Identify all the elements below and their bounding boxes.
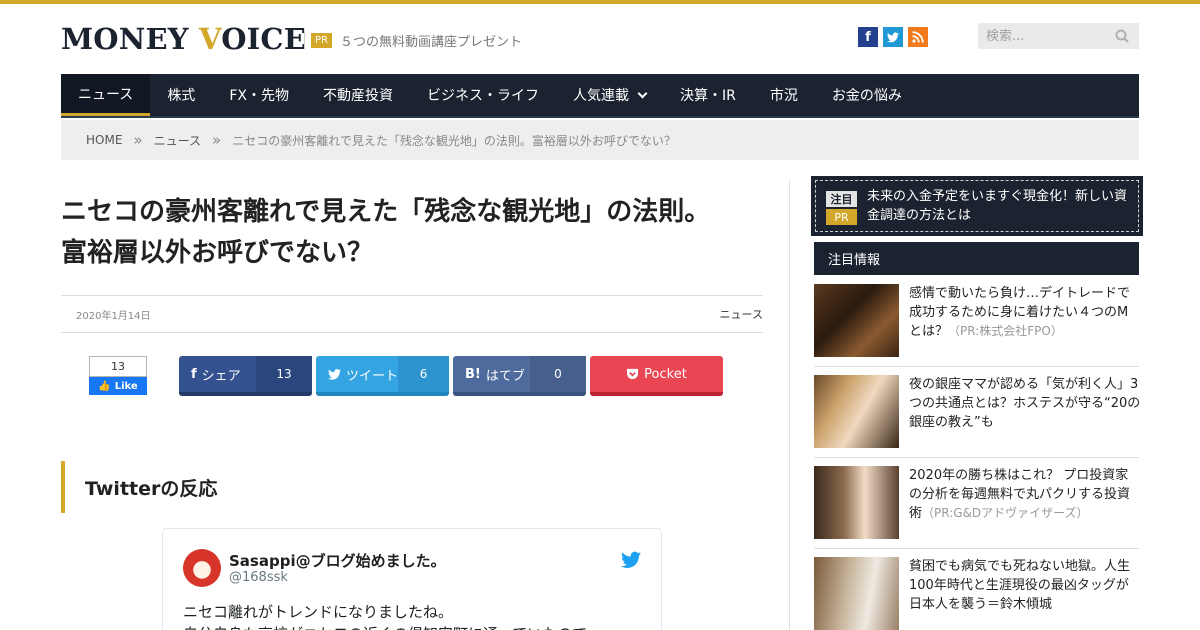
rss-icon[interactable] xyxy=(908,27,928,47)
breadcrumb-category[interactable]: ニュース xyxy=(154,132,201,149)
fb-like-button[interactable]: 👍 Like xyxy=(89,377,147,395)
article-title: ニセコの豪州客離れで見えた「残念な観光地」の法則。富裕層以外お呼びでない？ xyxy=(61,197,711,268)
nav-item-fx[interactable]: FX・先物 xyxy=(212,74,306,116)
article-thumbnail[interactable] xyxy=(814,284,899,357)
thumbs-up-icon: 👍 xyxy=(98,380,111,392)
pocket-icon xyxy=(627,368,639,380)
sidebar-article-title[interactable]: 貧困でも病気でも死ねない地獄。人生100年時代と生涯現役の最凶タッグが日本人を襲… xyxy=(909,559,1130,612)
tweet-text: ニセコ離れがトレンドになりましたね。 自分自身も高校がニセコの近くの倶知安町に通… xyxy=(183,603,587,630)
nav-item-stocks[interactable]: 株式 xyxy=(150,74,212,116)
nav-label: ニュース xyxy=(78,86,134,103)
section-heading: Twitterの反応 xyxy=(61,461,763,513)
nav-label: 市況 xyxy=(769,88,798,104)
nav-label: 不動産投資 xyxy=(322,88,393,104)
share-count: 6 xyxy=(398,356,449,392)
article-thumbnail[interactable] xyxy=(814,375,899,448)
breadcrumb-separator: » xyxy=(212,131,222,149)
divider xyxy=(814,457,1139,458)
divider xyxy=(814,548,1139,549)
article-date: 2020年1月14日 xyxy=(76,310,151,322)
search-input[interactable] xyxy=(986,28,1106,44)
site-logo[interactable]: MONEY VOICE xyxy=(61,22,306,56)
article-thumbnail[interactable] xyxy=(814,557,899,630)
embedded-tweet[interactable]: Sasappi@ブログ始めました。 @168ssk ニセコ離れがトレンドになりま… xyxy=(162,528,662,630)
twitter-icon[interactable] xyxy=(883,27,903,47)
nav-item-market[interactable]: 市況 xyxy=(753,74,815,116)
nav-label: ビジネス・ライフ xyxy=(426,88,539,104)
article-meta: 2020年1月14日 ニュース xyxy=(61,295,763,333)
nav-item-real-estate[interactable]: 不動産投資 xyxy=(306,74,410,116)
main-nav: ニュース 株式 FX・先物 不動産投資 ビジネス・ライフ 人気連載 決算・IR … xyxy=(61,74,1139,118)
article-thumbnail[interactable] xyxy=(814,466,899,539)
nav-item-popular-series[interactable]: 人気連載 xyxy=(556,74,663,116)
search-box xyxy=(978,23,1139,49)
sidebar-article[interactable]: 2020年の勝ち株はこれ？ プロ投資家の分析を毎週無料で丸パクリする投資術（PR… xyxy=(814,466,1139,546)
top-accent-bar xyxy=(0,0,1200,4)
share-label: シェア xyxy=(201,368,241,384)
nav-item-business-life[interactable]: ビジネス・ライフ xyxy=(410,74,556,116)
pr-badge: PR xyxy=(311,32,332,48)
share-label: Pocket xyxy=(644,366,687,382)
pocket-button[interactable]: Pocket xyxy=(590,356,723,396)
facebook-icon[interactable]: f xyxy=(858,27,878,47)
header-pr-link[interactable]: PR ５つの無料動画講座プレゼント xyxy=(304,31,522,50)
sponsor-label: （PR:株式会社FPO） xyxy=(948,324,1063,338)
logo-text: MONEY xyxy=(61,22,199,56)
share-count: 0 xyxy=(530,356,586,392)
share-count: 13 xyxy=(256,356,312,392)
pr-badge: PR xyxy=(826,209,857,225)
sidebar-article[interactable]: 感情で動いたら負け…デイトレードで成功するために身に着けたい４つのMとは？（PR… xyxy=(814,284,1139,364)
pr-text: ５つの無料動画講座プレゼント xyxy=(339,34,522,50)
divider xyxy=(814,366,1139,367)
breadcrumb-home[interactable]: HOME xyxy=(86,133,122,147)
tweet-author-name[interactable]: Sasappi@ブログ始めました。 xyxy=(229,550,446,571)
facebook-share-button[interactable]: f シェア 13 xyxy=(179,356,312,396)
breadcrumb-current: ニセコの豪州客離れで見えた「残念な観光地」の法則。富裕層以外お呼びでない？ xyxy=(232,133,676,148)
pr-banner-text: 未来の入金予定をいますぐ現金化！新しい資金調達の方法とは xyxy=(867,189,1128,223)
nav-item-money-worries[interactable]: お金の悩み xyxy=(815,74,919,116)
chevron-down-icon xyxy=(637,88,648,98)
avatar[interactable] xyxy=(183,549,221,587)
twitter-share-button[interactable]: ツイート 6 xyxy=(316,356,449,396)
facebook-like-widget: 13 👍 Like xyxy=(89,356,147,395)
nav-label: お金の悩み xyxy=(831,88,902,104)
nav-item-earnings-ir[interactable]: 決算・IR xyxy=(663,74,753,116)
sidebar-article[interactable]: 貧困でも病気でも死ねない地獄。人生100年時代と生涯現役の最凶タッグが日本人を襲… xyxy=(814,557,1139,630)
nav-label: 人気連載 xyxy=(572,88,629,104)
logo-text-end: OICE xyxy=(221,22,306,56)
share-label: はてブ xyxy=(485,368,525,384)
tweet-author-handle[interactable]: @168ssk xyxy=(229,570,288,585)
hatena-icon: B! xyxy=(465,366,481,382)
sidebar-heading: 注目情報 xyxy=(814,242,1139,275)
facebook-icon: f xyxy=(191,366,197,382)
twitter-bird-icon[interactable] xyxy=(621,551,641,569)
sidebar-article[interactable]: 夜の銀座ママが認める「気が利く人」3つの共通点とは？ホステスが守る“20の銀座の… xyxy=(814,375,1140,455)
nav-label: 決算・IR xyxy=(679,88,736,104)
fb-like-count: 13 xyxy=(89,356,147,377)
fb-like-label: Like xyxy=(114,380,138,392)
share-label: ツイート xyxy=(346,368,399,384)
nav-item-news[interactable]: ニュース xyxy=(61,74,151,116)
column-divider xyxy=(789,180,790,630)
nav-label: FX・先物 xyxy=(229,88,289,104)
article-category-link[interactable]: ニュース xyxy=(720,306,763,322)
breadcrumb-separator: » xyxy=(133,131,143,149)
sponsor-label: （PR:G&Dアドヴァイザーズ） xyxy=(922,506,1089,520)
breadcrumb: HOME » ニュース » ニセコの豪州客離れで見えた「残念な観光地」の法則。富… xyxy=(61,120,1139,160)
hatena-bookmark-button[interactable]: B! はてブ 0 xyxy=(453,356,586,396)
attention-badge: 注目 xyxy=(826,191,857,207)
twitter-icon xyxy=(328,368,341,380)
sidebar-pr-banner[interactable]: 注目 PR 未来の入金予定をいますぐ現金化！新しい資金調達の方法とは xyxy=(811,176,1143,236)
nav-label: 株式 xyxy=(167,88,196,104)
search-icon[interactable] xyxy=(1115,29,1129,43)
sidebar-article-title[interactable]: 夜の銀座ママが認める「気が利く人」3つの共通点とは？ホステスが守る“20の銀座の… xyxy=(909,377,1140,430)
logo-accent-letter: V xyxy=(198,22,222,56)
